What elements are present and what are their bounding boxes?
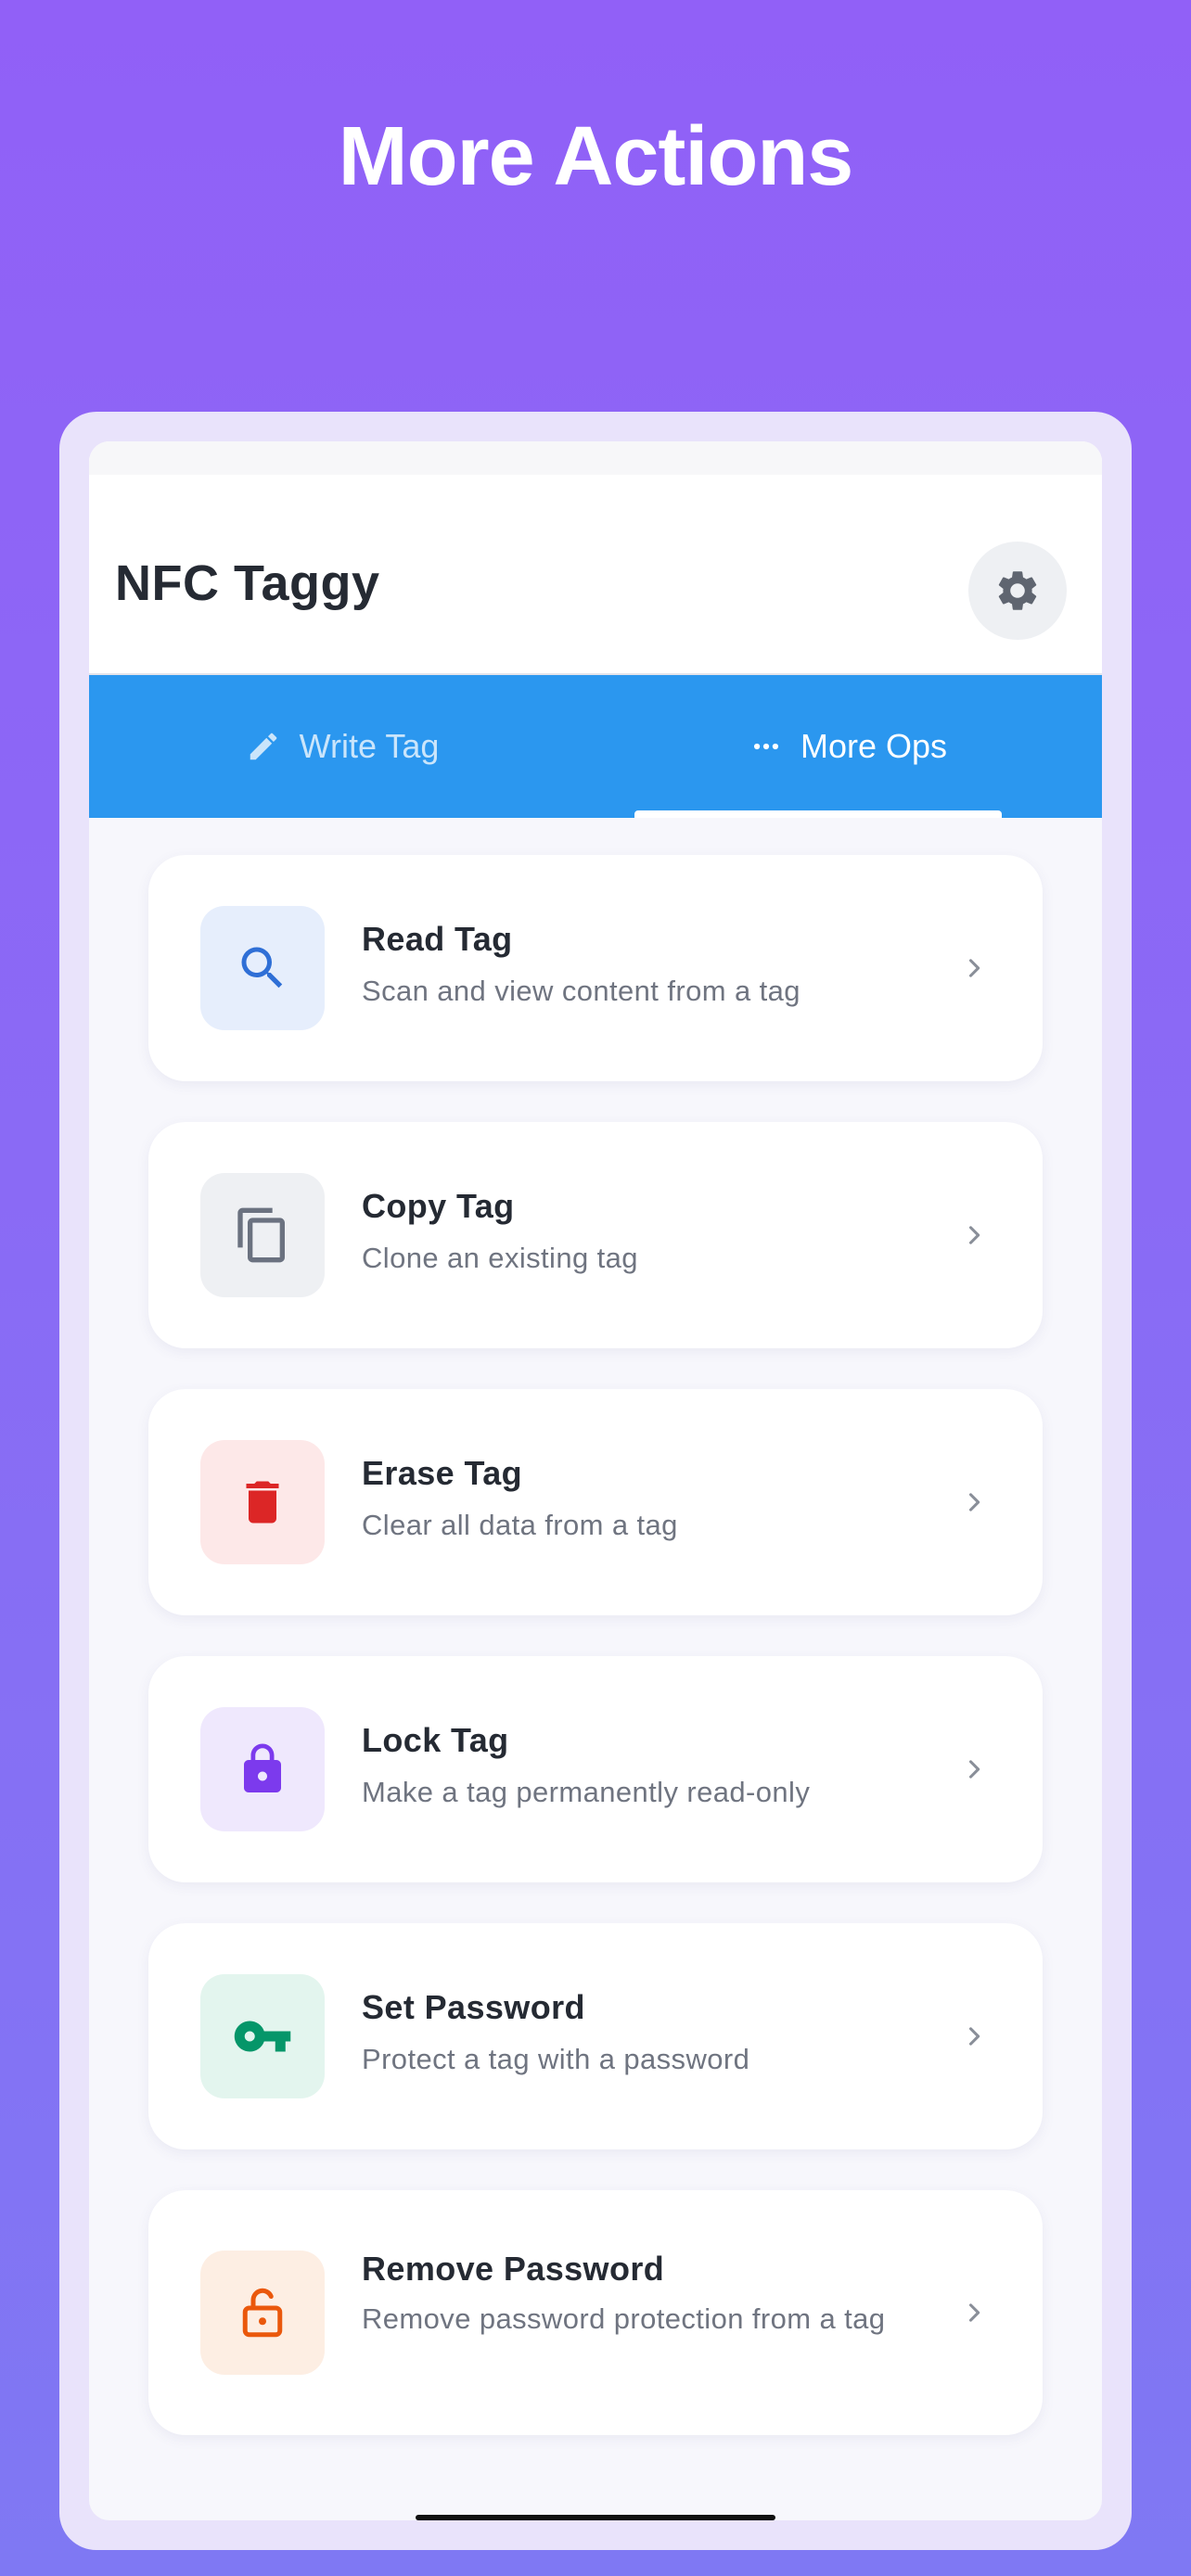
trash-icon — [246, 1481, 279, 1524]
app-title: NFC Taggy — [115, 555, 380, 611]
copy-tag-card[interactable]: Copy Tag Clone an existing tag — [148, 1122, 1043, 1348]
tab-more-ops-label: More Ops — [800, 727, 948, 765]
read-tag-icon-box — [200, 906, 325, 1030]
copy-tag-title: Copy Tag — [362, 1187, 515, 1225]
chevron-right-icon — [961, 1756, 987, 1782]
tab-write-tag[interactable]: Write Tag — [89, 675, 596, 818]
pencil-icon — [250, 733, 276, 760]
app-screen: NFC Taggy Write Tag More Ops Read Tag Sc… — [89, 441, 1102, 2520]
lock-tag-card[interactable]: Lock Tag Make a tag permanently read-onl… — [148, 1656, 1043, 1882]
remove-password-icon-box — [200, 2251, 325, 2375]
tab-more-ops[interactable]: More Ops — [596, 675, 1102, 818]
chevron-right-icon — [961, 2023, 987, 2049]
home-indicator[interactable] — [416, 2515, 775, 2520]
set-password-card[interactable]: Set Password Protect a tag with a passwo… — [148, 1923, 1043, 2149]
chevron-right-icon — [961, 2300, 987, 2326]
erase-tag-icon-box — [200, 1440, 325, 1564]
tab-write-tag-label: Write Tag — [299, 727, 440, 765]
search-icon — [241, 947, 283, 988]
remove-password-card[interactable]: Remove Password Remove password protecti… — [148, 2190, 1043, 2435]
copy-tag-subtitle: Clone an existing tag — [362, 1242, 638, 1274]
tab-bar: Write Tag More Ops — [89, 675, 1102, 818]
unlock-icon — [242, 2288, 283, 2338]
erase-tag-title: Erase Tag — [362, 1454, 523, 1492]
chevron-right-icon — [961, 1222, 987, 1248]
lock-tag-icon-box — [200, 1707, 325, 1831]
selected-tab-indicator — [634, 810, 1002, 818]
lock-tag-title: Lock Tag — [362, 1721, 509, 1759]
set-password-subtitle: Protect a tag with a password — [362, 2043, 750, 2075]
app-bar: NFC Taggy — [89, 441, 1102, 675]
settings-button[interactable] — [968, 542, 1067, 640]
dots-icon — [753, 743, 779, 750]
set-password-icon-box — [200, 1974, 325, 2098]
device-frame: NFC Taggy Write Tag More Ops Read Tag Sc… — [59, 412, 1132, 2550]
copy-tag-icon-box — [200, 1173, 325, 1297]
erase-tag-subtitle: Clear all data from a tag — [362, 1509, 678, 1541]
gear-icon — [998, 571, 1037, 610]
set-password-title: Set Password — [362, 1988, 585, 2026]
key-icon — [234, 2021, 291, 2052]
copy-icon — [237, 1207, 285, 1263]
read-tag-title: Read Tag — [362, 920, 513, 958]
read-tag-subtitle: Scan and view content from a tag — [362, 975, 800, 1007]
erase-tag-card[interactable]: Erase Tag Clear all data from a tag — [148, 1389, 1043, 1615]
remove-password-subtitle: Remove password protection from a tag — [362, 2302, 886, 2335]
read-tag-card[interactable]: Read Tag Scan and view content from a ta… — [148, 855, 1043, 1081]
promo-title: More Actions — [338, 110, 854, 203]
lock-icon — [244, 1743, 281, 1792]
remove-password-title: Remove Password — [362, 2250, 665, 2288]
lock-tag-subtitle: Make a tag permanently read-only — [362, 1776, 811, 1808]
chevron-right-icon — [961, 1489, 987, 1515]
chevron-right-icon — [961, 955, 987, 981]
